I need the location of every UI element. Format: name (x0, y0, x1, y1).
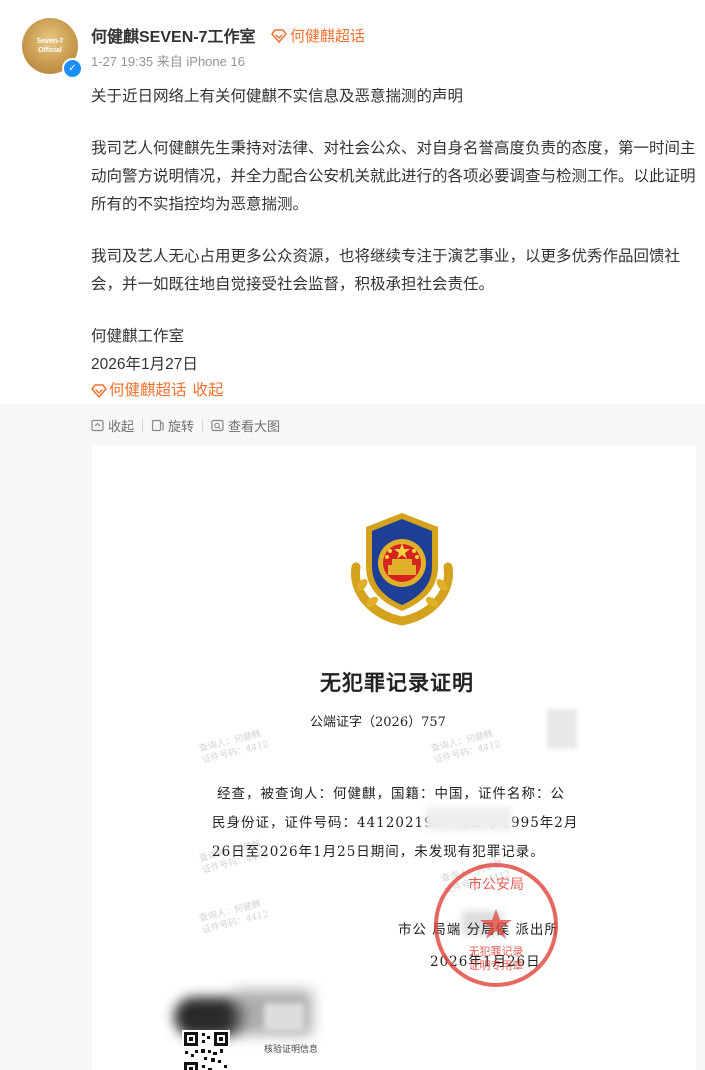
supertopic-label: 何健麒超话 (290, 28, 366, 45)
post-paragraph-2: 我司及艺人无心占用更多公众资源，也将继续专注于演艺事业，以更多优秀作品回馈社会，… (91, 248, 681, 293)
qr-verify-label: 核验证明信息 (264, 1045, 319, 1055)
watermark: 查询人：何健麒 证件号码：4412 (430, 729, 502, 766)
bottom-supertopic-link[interactable]: 何健麒超话 (109, 379, 187, 403)
certificate-image[interactable]: 查询人：何健麒 证件号码：4412 查询人：何健麒 证件号码：4412 查询人：何健… (92, 445, 696, 1070)
post-meta: 1-27 19:35 来自 iPhone 16 (91, 54, 245, 69)
toolbar-divider (202, 419, 204, 432)
rotate-icon (151, 419, 164, 432)
supertopic-link[interactable]: 何健麒超话 (271, 25, 365, 46)
toolbar-divider (142, 419, 144, 432)
avatar-text-line1: Seven-7 (36, 38, 64, 45)
avatar-text-line2: Official (38, 47, 62, 54)
seal-line-1: 无犯罪记录 (469, 945, 524, 958)
redaction-blur (547, 709, 577, 749)
view-large-label: 查看大图 (228, 419, 281, 434)
certificate-number: 公端证字（2026）757 (310, 715, 446, 730)
post-paragraph-title: 关于近日网络上有关何健麒不实信息及恶意揣测的声明 (91, 88, 464, 105)
rotate-label: 旋转 (168, 419, 195, 434)
media-panel: 收起 旋转 查看大图 查询人：何健麒 证件号码：4412 查询人：何健麒 证件号码：… (0, 404, 705, 1070)
collapse-icon (91, 419, 104, 432)
certificate-title: 无犯罪记录证明 (320, 670, 474, 695)
redaction-blur (264, 1003, 304, 1031)
supertopic-diamond-icon (91, 384, 107, 398)
view-large-button[interactable]: 查看大图 (211, 416, 280, 435)
rotate-button[interactable]: 旋转 (151, 416, 194, 435)
post-paragraph-1: 我司艺人何健麒先生秉持对法律、对社会公众、对自身名誉高度负责的态度，第一时间主动… (91, 140, 696, 213)
post-date: 2026年1月27日 (91, 356, 198, 373)
seal-line-2: 证明专用章 (469, 958, 524, 972)
username-link[interactable]: 何健麒SEVEN-7工作室 (91, 23, 255, 47)
view-large-icon (211, 419, 224, 432)
verified-badge-icon: ✓ (62, 58, 83, 79)
collapse-label: 收起 (108, 419, 135, 434)
official-seal-icon: 市公安局 无犯罪记录 证明专用章 (434, 863, 558, 987)
certificate-line-2: 民身份证，证件号码：4412021995022 于1995年2月 (212, 815, 579, 831)
watermark: 查询人：何健麒 证件号码：4412 (198, 899, 270, 936)
certificate-line-1: 经查，被查询人：何健麒，国籍：中国，证件名称：公 (217, 786, 565, 802)
qr-code-icon (182, 1030, 230, 1070)
certificate-line-3: 26日至2026年1月25日期间，未发现有犯罪记录。 (212, 844, 545, 860)
fold-post-link[interactable]: 收起 (193, 379, 224, 403)
redaction-blur (426, 807, 512, 831)
media-toolbar: 收起 旋转 查看大图 (91, 416, 280, 435)
supertopic-diamond-icon (271, 28, 287, 43)
collapse-button[interactable]: 收起 (91, 416, 134, 435)
seal-top-text: 市公安局 (468, 876, 524, 893)
post-signature: 何健麒工作室 (91, 328, 185, 345)
police-emblem-icon (351, 513, 453, 626)
watermark: 查询人：何健麒 证件号码：4412 (198, 729, 270, 766)
